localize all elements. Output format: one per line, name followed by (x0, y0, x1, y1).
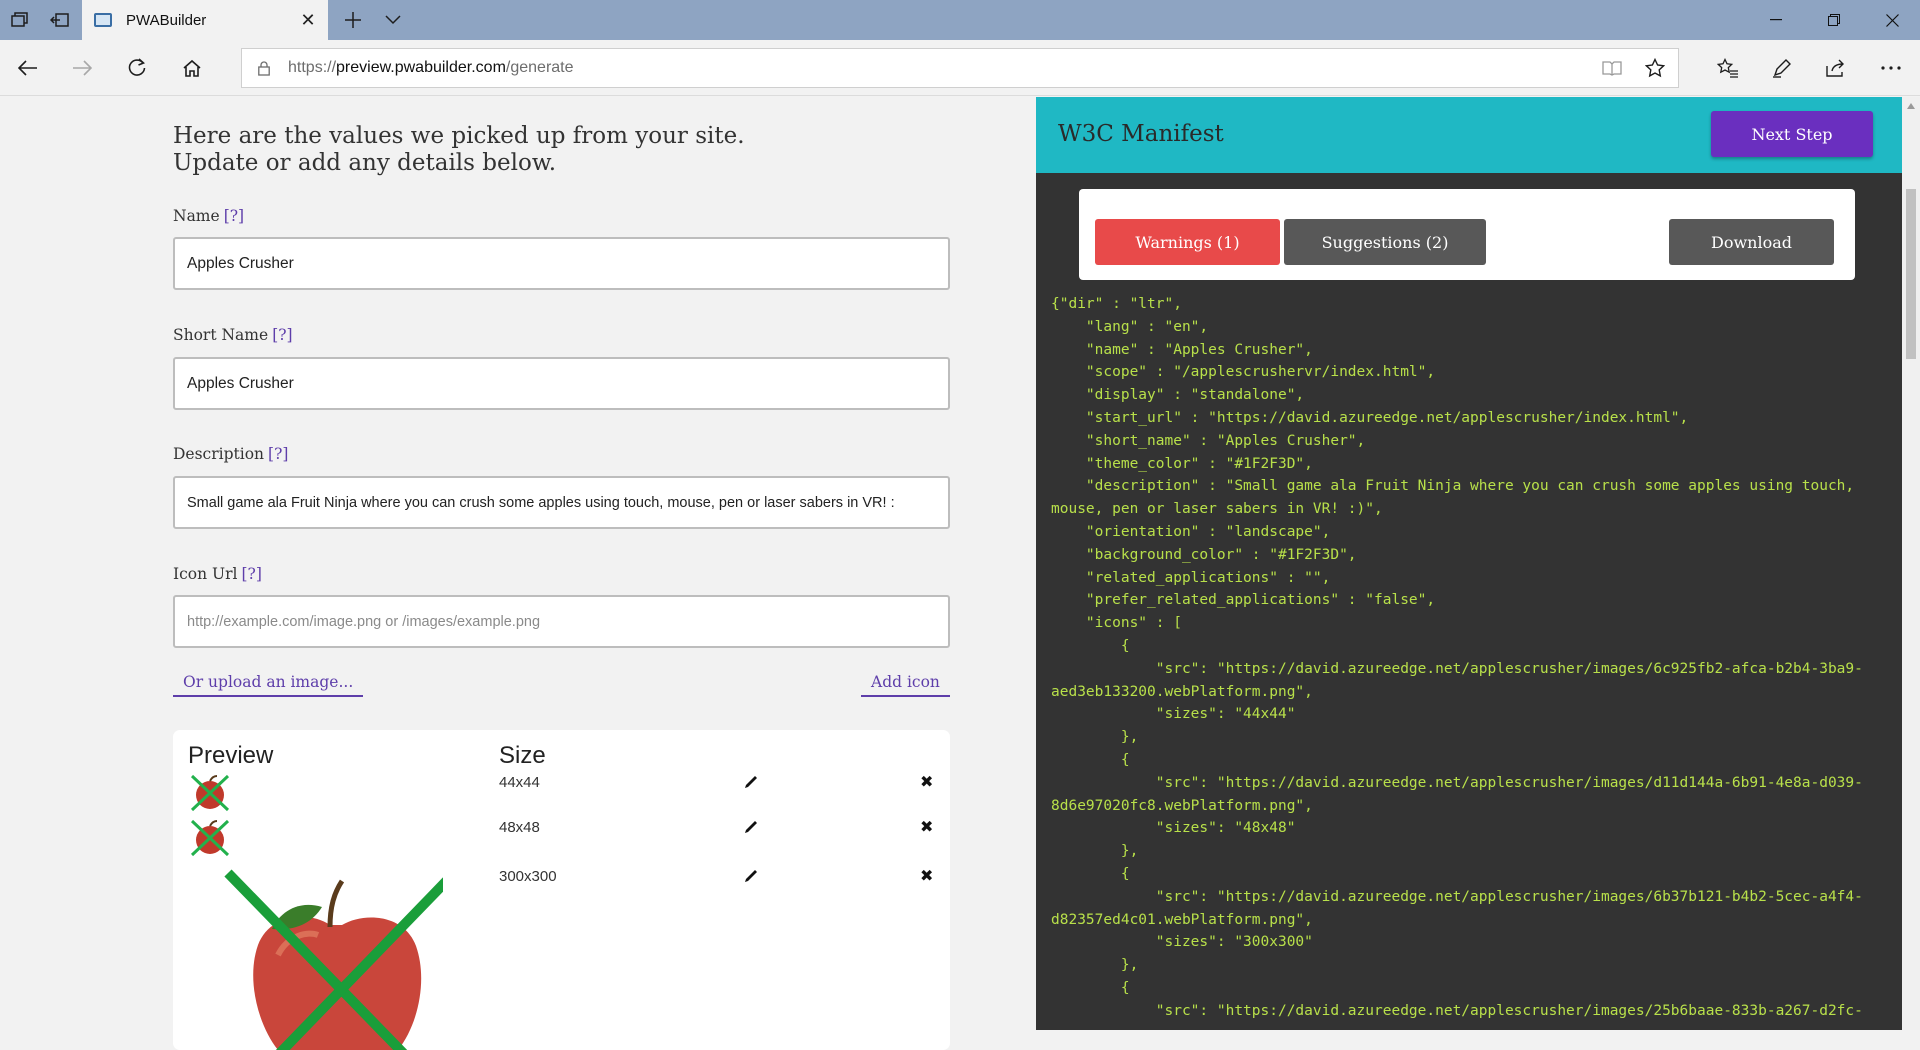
tab-preview-chevron-down-icon[interactable] (373, 0, 413, 40)
site-favicon-icon (94, 13, 112, 27)
url-host: preview.pwabuilder.com (336, 59, 506, 76)
warnings-button[interactable]: Warnings (1) (1095, 219, 1280, 265)
apple-icon-thumbnail-44 (190, 774, 230, 812)
manifest-panel: W3C Manifest Next Step Warnings (1) Sugg… (1036, 97, 1902, 1030)
short-name-label: Short Name [?] (173, 326, 293, 344)
restore-icon[interactable] (1805, 0, 1863, 40)
web-note-pen-icon[interactable] (1762, 48, 1802, 88)
short-name-label-text: Short Name (173, 326, 269, 344)
tab-title: PWABuilder (126, 11, 207, 29)
next-step-button[interactable]: Next Step (1711, 111, 1873, 157)
url-path: /generate (505, 59, 574, 76)
close-window-icon[interactable] (1863, 0, 1920, 40)
short-name-input[interactable]: Apples Crusher (173, 357, 950, 410)
set-tabs-aside-icon[interactable] (40, 0, 80, 40)
name-label-text: Name (173, 207, 220, 225)
manifest-json-code[interactable]: {"dir" : "ltr", "lang" : "en", "name" : … (1051, 293, 1891, 1023)
heading-line-2: Update or add any details below. (173, 150, 557, 176)
icon-url-label-text: Icon Url (173, 565, 238, 583)
preview-column-header: Preview (188, 742, 274, 769)
address-bar[interactable]: https://preview.pwabuilder.com/generate (241, 48, 1679, 88)
upload-image-link[interactable]: Or upload an image... (173, 673, 364, 697)
suggestions-button[interactable]: Suggestions (2) (1284, 219, 1486, 265)
close-tab-icon[interactable]: ✕ (288, 0, 328, 40)
name-help-link[interactable]: [?] (224, 207, 244, 225)
delete-icon-44[interactable]: ✖ (920, 772, 933, 792)
short-name-help-link[interactable]: [?] (272, 326, 292, 344)
manifest-header: W3C Manifest Next Step (1036, 97, 1902, 173)
heading-line-1: Here are the values we picked up from yo… (173, 123, 745, 149)
description-help-link[interactable]: [?] (268, 445, 288, 463)
lock-icon (258, 61, 270, 76)
apple-icon-thumbnail-48 (190, 819, 230, 857)
page-scrollbar[interactable] (1902, 97, 1920, 1030)
reading-view-icon[interactable] (1592, 49, 1632, 87)
favorite-star-icon[interactable] (1635, 49, 1675, 87)
new-tab-icon[interactable] (333, 0, 373, 40)
download-button[interactable]: Download (1669, 219, 1834, 265)
icon-size-48: 48x48 (499, 819, 540, 836)
scroll-thumb[interactable] (1906, 189, 1916, 359)
tab-manager-icon[interactable] (0, 0, 40, 40)
edit-icon-300[interactable] (743, 868, 759, 884)
icon-size-300: 300x300 (499, 868, 557, 885)
forward-arrow-icon[interactable] (62, 48, 102, 88)
edit-icon-44[interactable] (743, 774, 759, 790)
favorites-hub-icon[interactable] (1708, 48, 1748, 88)
icon-preview-card: Preview Size 44x44 ✖ 48x48 ✖ 300x300 ✖ (173, 730, 950, 1050)
share-icon[interactable] (1816, 48, 1856, 88)
back-arrow-icon[interactable] (8, 48, 48, 88)
more-ellipsis-icon[interactable] (1871, 48, 1911, 88)
delete-icon-48[interactable]: ✖ (920, 817, 933, 837)
description-input[interactable]: Small game ala Fruit Ninja where you can… (173, 476, 950, 529)
manifest-toolbar-card: Warnings (1) Suggestions (2) Download (1079, 189, 1855, 280)
icon-url-label: Icon Url [?] (173, 565, 262, 583)
refresh-icon[interactable] (117, 48, 157, 88)
active-tab[interactable]: PWABuilder ✕ (82, 0, 328, 40)
icon-url-input[interactable]: http://example.com/image.png or /images/… (173, 595, 950, 648)
name-label: Name [?] (173, 207, 244, 225)
manifest-form-section: Here are the values we picked up from yo… (0, 97, 1036, 1050)
icon-size-44: 44x44 (499, 774, 540, 791)
minimize-icon[interactable] (1747, 0, 1805, 40)
description-label: Description [?] (173, 445, 288, 463)
browser-titlebar: PWABuilder ✕ (0, 0, 1920, 40)
description-label-text: Description (173, 445, 265, 463)
url-scheme: https:// (288, 59, 337, 76)
browser-navbar: https://preview.pwabuilder.com/generate (0, 40, 1920, 96)
delete-icon-300[interactable]: ✖ (920, 866, 933, 886)
icon-url-help-link[interactable]: [?] (241, 565, 261, 583)
manifest-title: W3C Manifest (1058, 121, 1224, 147)
apple-icon-thumbnail-300 (224, 869, 443, 1050)
page-heading: Here are the values we picked up from yo… (173, 123, 745, 177)
name-input[interactable]: Apples Crusher (173, 237, 950, 290)
home-icon[interactable] (172, 48, 212, 88)
add-icon-link[interactable]: Add icon (861, 673, 950, 697)
scroll-up-arrow-icon[interactable] (1907, 103, 1915, 109)
edit-icon-48[interactable] (743, 819, 759, 835)
size-column-header: Size (499, 742, 546, 769)
